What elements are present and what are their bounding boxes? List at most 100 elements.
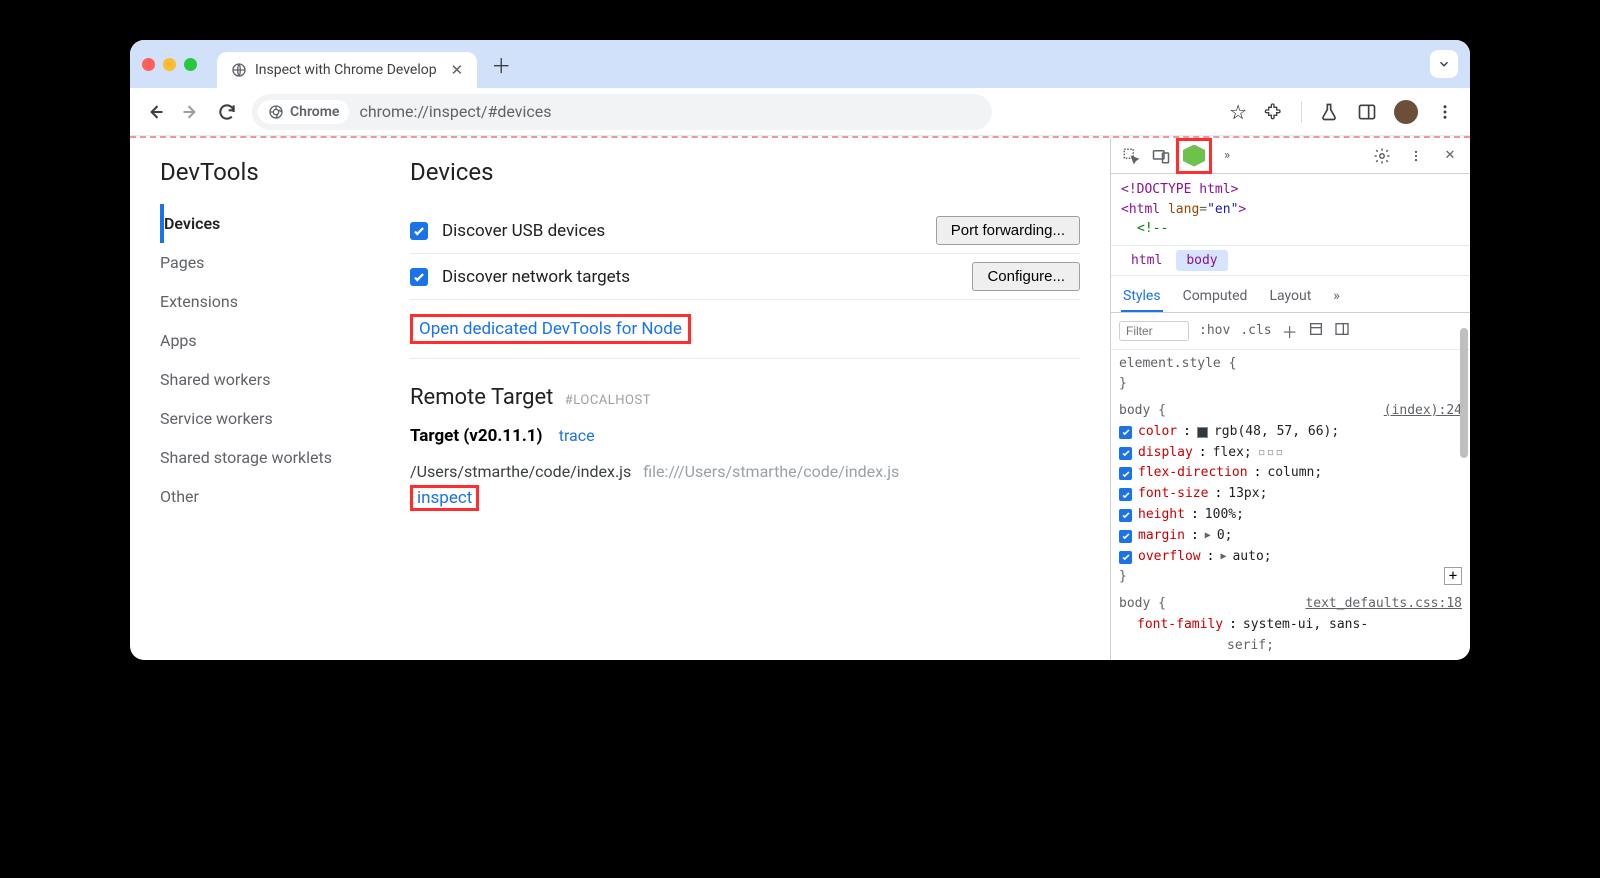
address-bar[interactable]: Chrome chrome://inspect/#devices: [252, 94, 992, 130]
subtab-layout[interactable]: Layout: [1267, 282, 1313, 312]
device-toolbar-button[interactable]: [1151, 146, 1171, 166]
discover-network-checkbox[interactable]: [410, 268, 428, 286]
sidebar-item-apps[interactable]: Apps: [160, 321, 410, 360]
scrollbar[interactable]: [1460, 328, 1468, 458]
devtools-menu-button[interactable]: [1406, 146, 1426, 166]
url-text: chrome://inspect/#devices: [359, 102, 551, 121]
style-declaration[interactable]: font-size: 13px;: [1119, 484, 1462, 505]
sidebar-item-extensions[interactable]: Extensions: [160, 282, 410, 321]
expand-icon[interactable]: ▶: [1220, 549, 1226, 565]
style-declaration[interactable]: display: flex; ▫▫▫: [1119, 443, 1462, 464]
back-button[interactable]: [144, 101, 166, 123]
node-icon[interactable]: [1183, 145, 1205, 167]
add-declaration-button[interactable]: +: [1444, 567, 1462, 585]
styles-pane[interactable]: element.style { } body { (index):24 colo…: [1111, 350, 1470, 661]
computed-styles-icon[interactable]: [1308, 321, 1324, 341]
open-node-devtools-link[interactable]: Open dedicated DevTools for Node: [419, 319, 682, 339]
inspect-page: DevTools Devices Pages Extensions Apps S…: [130, 138, 1110, 660]
sidebar-item-devices[interactable]: Devices: [160, 204, 410, 243]
rule1-selector: body {: [1119, 401, 1166, 422]
labs-button[interactable]: [1318, 101, 1340, 123]
flex-editor-icon[interactable]: ▫▫▫: [1258, 443, 1284, 464]
crumb-html[interactable]: html: [1121, 250, 1172, 271]
maximize-window-icon[interactable]: [184, 58, 197, 71]
style-declaration[interactable]: color: rgb(48, 57, 66);: [1119, 422, 1462, 443]
globe-icon: [231, 62, 247, 78]
sidebar-item-shared-workers[interactable]: Shared workers: [160, 360, 410, 399]
rule2-source[interactable]: text_defaults.css:18: [1305, 594, 1462, 615]
devices-icon: [1152, 147, 1170, 165]
sidebar-item-other[interactable]: Other: [160, 477, 410, 516]
discover-usb-row: Discover USB devices Port forwarding...: [410, 208, 1080, 254]
separator: [1301, 101, 1302, 123]
dom-comment: <!--: [1137, 221, 1168, 236]
bookmark-icon[interactable]: ☆: [1229, 100, 1247, 124]
discover-usb-checkbox[interactable]: [410, 222, 428, 240]
declaration-checkbox[interactable]: [1119, 467, 1132, 480]
settings-button[interactable]: [1372, 146, 1392, 166]
remote-heading-sub: #LOCALHOST: [565, 393, 651, 408]
chip-label: Chrome: [290, 104, 339, 120]
declaration-checkbox[interactable]: [1119, 551, 1132, 564]
style-declaration[interactable]: height: 100%;: [1119, 505, 1462, 526]
dom-html-close: >: [1238, 202, 1246, 217]
subtab-styles[interactable]: Styles: [1121, 282, 1163, 312]
close-tab-icon[interactable]: ✕: [451, 61, 464, 79]
declaration-checkbox[interactable]: [1119, 447, 1132, 460]
side-panel-button[interactable]: [1356, 101, 1378, 123]
close-devtools-button[interactable]: ✕: [1440, 146, 1460, 166]
declaration-checkbox[interactable]: [1119, 509, 1132, 522]
tab-title: Inspect with Chrome Develop: [255, 62, 437, 78]
remote-target-heading: Remote Target #LOCALHOST: [410, 385, 1080, 410]
devtools-panel: » ✕ <!DOCTYPE html> <html lang="en"> <!-…: [1110, 138, 1470, 660]
target-paths: /Users/stmarthe/code/index.js file:///Us…: [410, 462, 1080, 511]
toggle-sidebar-icon[interactable]: [1334, 321, 1350, 341]
forward-button[interactable]: [180, 101, 202, 123]
close-window-icon[interactable]: [142, 58, 155, 71]
profile-avatar[interactable]: [1394, 100, 1418, 124]
tab-overflow-button[interactable]: [1430, 50, 1458, 78]
style-declaration[interactable]: margin: ▶ 0;: [1119, 526, 1462, 547]
traffic-lights: [142, 58, 197, 71]
discover-network-label: Discover network targets: [442, 267, 630, 287]
inspect-element-button[interactable]: [1121, 146, 1141, 166]
trace-link[interactable]: trace: [559, 426, 595, 445]
expand-icon[interactable]: ▶: [1205, 528, 1211, 544]
declaration-checkbox[interactable]: [1119, 530, 1132, 543]
cls-toggle[interactable]: .cls: [1240, 323, 1271, 338]
reload-button[interactable]: [216, 101, 238, 123]
sidebar-item-shared-storage[interactable]: Shared storage worklets: [160, 438, 410, 477]
style-declaration[interactable]: overflow: ▶ auto;: [1119, 547, 1462, 568]
rule1-source[interactable]: (index):24: [1384, 401, 1462, 422]
declaration-checkbox[interactable]: [1119, 488, 1132, 501]
minimize-window-icon[interactable]: [163, 58, 176, 71]
new-tab-button[interactable]: ＋: [491, 50, 511, 79]
open-node-row: Open dedicated DevTools for Node: [410, 300, 1080, 359]
crumb-body[interactable]: body: [1176, 250, 1227, 271]
sidebar-item-pages[interactable]: Pages: [160, 243, 410, 282]
sidebar-item-service-workers[interactable]: Service workers: [160, 399, 410, 438]
more-tabs-button[interactable]: »: [1217, 146, 1237, 166]
chrome-icon: [268, 104, 284, 120]
new-rule-button[interactable]: ＋: [1282, 319, 1298, 343]
port-forwarding-button[interactable]: Port forwarding...: [936, 216, 1080, 245]
style-declaration[interactable]: flex-direction: column;: [1119, 463, 1462, 484]
menu-button[interactable]: [1434, 101, 1456, 123]
styles-filter-input[interactable]: [1119, 321, 1189, 341]
chevron-down-icon: [1437, 57, 1451, 71]
remote-target-section: Remote Target #LOCALHOST Target (v20.11.…: [410, 373, 1080, 511]
inspect-link[interactable]: inspect: [417, 488, 472, 508]
dom-lang-val: "en": [1207, 202, 1238, 217]
toolbar: Chrome chrome://inspect/#devices ☆: [130, 88, 1470, 136]
subtab-more[interactable]: »: [1331, 282, 1342, 312]
browser-tab[interactable]: Inspect with Chrome Develop ✕: [217, 52, 477, 88]
subtab-computed[interactable]: Computed: [1181, 282, 1250, 312]
puzzle-icon: [1264, 102, 1284, 122]
declaration-checkbox[interactable]: [1119, 426, 1132, 439]
hov-toggle[interactable]: :hov: [1199, 323, 1230, 338]
sidebar-title: DevTools: [160, 158, 410, 186]
configure-button[interactable]: Configure...: [972, 262, 1080, 291]
target-local-path: /Users/stmarthe/code/index.js: [410, 462, 631, 481]
dom-tree[interactable]: <!DOCTYPE html> <html lang="en"> <!--: [1111, 174, 1470, 245]
extensions-button[interactable]: [1263, 101, 1285, 123]
